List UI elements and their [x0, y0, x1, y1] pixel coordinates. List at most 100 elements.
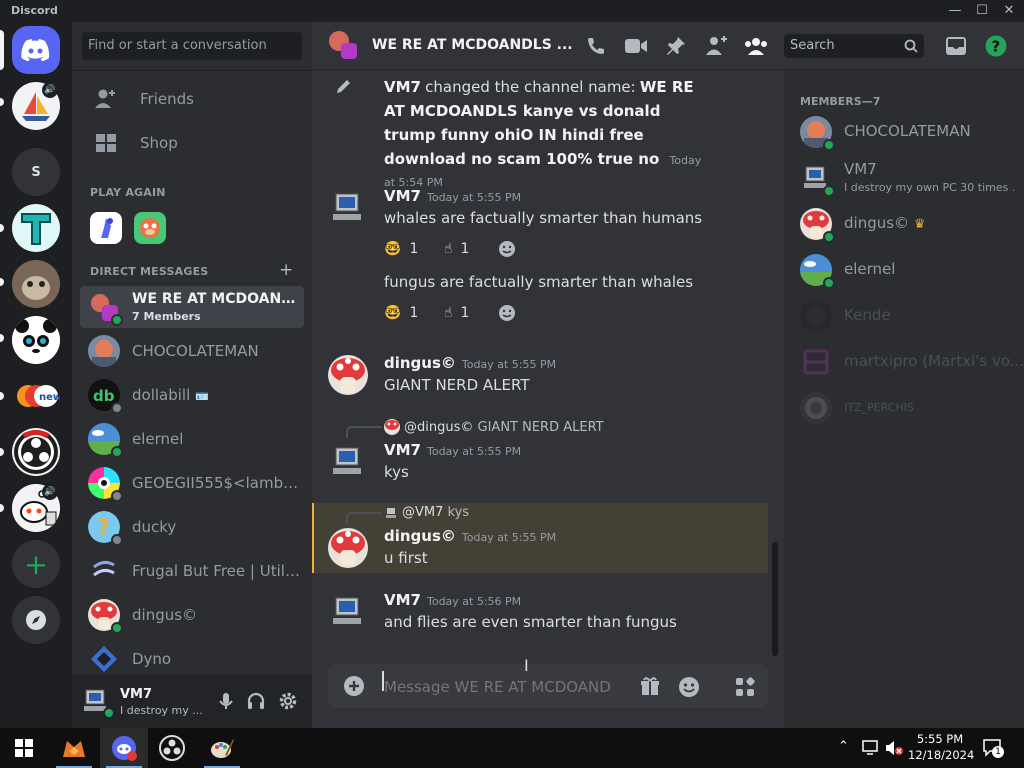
- gift-icon[interactable]: [640, 676, 660, 696]
- taskbar-app-firefox[interactable]: [50, 728, 98, 768]
- game-tile-1[interactable]: [90, 212, 122, 244]
- channel-search-input[interactable]: Search: [784, 34, 924, 58]
- minimize-button[interactable]: —: [942, 0, 968, 22]
- inbox-icon[interactable]: [944, 34, 968, 58]
- status-offline-indicator: [111, 402, 123, 414]
- scrollbar-thumb[interactable]: [772, 542, 778, 656]
- create-dm-button[interactable]: +: [279, 260, 293, 280]
- author-avatar[interactable]: [328, 188, 368, 228]
- dm-item[interactable]: elernel: [80, 418, 304, 460]
- server-s[interactable]: S: [12, 148, 60, 196]
- taskbar-app-paint[interactable]: [198, 728, 246, 768]
- nav-shop[interactable]: Shop: [80, 123, 304, 163]
- user-name: VM7: [120, 687, 153, 702]
- network-icon[interactable]: [862, 740, 880, 756]
- apps-icon[interactable]: [734, 676, 756, 698]
- emoji-picker-icon[interactable]: [678, 676, 700, 698]
- dm-item[interactable]: Dyno: [80, 638, 304, 680]
- message-author[interactable]: VM7: [384, 591, 421, 609]
- game-figure-icon: [101, 218, 113, 238]
- message-author[interactable]: VM7: [384, 441, 421, 459]
- video-call-icon[interactable]: [624, 34, 648, 58]
- dm-item[interactable]: Frugal But Free | Utilit...: [80, 550, 304, 592]
- volume-muted-icon[interactable]: [884, 740, 904, 756]
- dm-item[interactable]: CHOCOLATEMAN: [80, 330, 304, 372]
- member-item[interactable]: VM7 I destroy my own PC 30 times ...: [792, 156, 1016, 200]
- author-avatar[interactable]: [328, 355, 368, 395]
- panda-icon: [12, 316, 60, 364]
- dm-item[interactable]: dingus©: [80, 594, 304, 636]
- reply-author: @dingus©: [404, 419, 474, 435]
- reaction-point-up[interactable]: ☝ 1: [444, 300, 469, 326]
- microphone-icon[interactable]: [216, 691, 236, 711]
- reaction-count: 1: [409, 305, 419, 321]
- find-conversation-input[interactable]: Find or start a conversation: [82, 32, 302, 60]
- reply-reference[interactable]: @dingus© GIANT NERD ALERT: [384, 419, 604, 435]
- member-list: MEMBERS—7 CHOCOLATEMAN VM7 I destroy my …: [784, 70, 1024, 728]
- author-avatar[interactable]: [328, 528, 368, 568]
- member-item-offline[interactable]: ITZ_PERCHIS: [792, 386, 1016, 430]
- message-timestamp: Today at 5:55 PM: [461, 358, 557, 371]
- upload-plus-icon[interactable]: [344, 676, 364, 696]
- system-message: VM7 changed the channel name: WE RE AT M…: [384, 76, 714, 194]
- nav-friends[interactable]: Friends: [80, 79, 304, 119]
- explore-button[interactable]: [12, 596, 60, 644]
- member-item[interactable]: dingus© ♛: [792, 202, 1016, 246]
- game-monkey-icon: [140, 218, 160, 238]
- dm-item[interactable]: ? ducky: [80, 506, 304, 548]
- point-up-icon: ☝: [444, 305, 453, 321]
- author-avatar[interactable]: [328, 592, 368, 632]
- pinned-messages-icon[interactable]: [664, 34, 688, 58]
- headphones-icon[interactable]: [246, 691, 266, 711]
- dm-item[interactable]: db dollabill 🪪: [80, 374, 304, 416]
- member-item-offline[interactable]: Kende: [792, 294, 1016, 338]
- voice-call-icon[interactable]: [584, 34, 608, 58]
- server-obs[interactable]: [12, 428, 60, 476]
- channel-title[interactable]: WE RE AT MCDOANDLS ...: [372, 37, 573, 53]
- add-friends-to-dm-icon[interactable]: [704, 34, 728, 58]
- reply-reference[interactable]: @VM7 kys: [384, 505, 469, 520]
- speaker-icon: 🔊: [42, 484, 58, 500]
- notification-center-icon[interactable]: 1: [982, 738, 1004, 758]
- member-status-text: I destroy my own PC 30 times ...: [844, 181, 1014, 194]
- add-server-button[interactable]: +: [12, 540, 60, 588]
- server-t[interactable]: [12, 204, 60, 252]
- game-tile-2[interactable]: [134, 212, 166, 244]
- server-panda[interactable]: [12, 316, 60, 364]
- dm-item[interactable]: GEOEGII555$<lambd...: [80, 462, 304, 504]
- taskbar-app-discord[interactable]: [100, 728, 148, 768]
- message-header: dingus© Today at 5:55 PM: [384, 354, 556, 372]
- author-avatar[interactable]: [328, 442, 368, 482]
- message-author[interactable]: dingus©: [384, 354, 456, 372]
- dm-item-group[interactable]: WE RE AT MCDOAND... 7 Members: [80, 286, 304, 328]
- tray-chevron-up-icon[interactable]: ⌃: [838, 739, 849, 754]
- settings-gear-icon[interactable]: [278, 691, 298, 711]
- help-icon[interactable]: ?: [984, 34, 1008, 58]
- member-list-icon[interactable]: [744, 34, 768, 58]
- reaction-point-up[interactable]: ☝ 1: [444, 236, 469, 262]
- unread-indicator: [0, 448, 4, 456]
- system-clock[interactable]: 5:55 PM 12/18/2024: [908, 731, 974, 763]
- unread-indicator: [0, 224, 4, 232]
- message-author[interactable]: VM7: [384, 187, 421, 205]
- server-cat[interactable]: [12, 260, 60, 308]
- message-text: whales are factually smarter than humans: [384, 209, 703, 227]
- message-input[interactable]: [384, 676, 610, 698]
- message-author[interactable]: dingus©: [384, 527, 456, 545]
- add-reaction-icon[interactable]: [498, 304, 516, 322]
- reaction-nerd[interactable]: 🤓 1: [384, 300, 418, 326]
- member-item[interactable]: elernel: [792, 248, 1016, 292]
- taskbar-app-obs[interactable]: [148, 728, 196, 768]
- maximize-button[interactable]: ☐: [969, 0, 995, 22]
- reaction-nerd[interactable]: 🤓 1: [384, 236, 418, 262]
- member-item-offline[interactable]: martxipro (Martxi's vo...: [792, 340, 1024, 384]
- server-newegg[interactable]: newe: [12, 372, 60, 420]
- member-item[interactable]: CHOCOLATEMAN: [792, 110, 1016, 154]
- discord-logo-icon: [21, 39, 50, 61]
- add-reaction-icon[interactable]: [498, 240, 516, 258]
- taskbar: ⌃ 5:55 PM 12/18/2024 1: [0, 728, 1024, 768]
- close-button[interactable]: ✕: [996, 0, 1022, 22]
- home-button[interactable]: [12, 26, 60, 74]
- divider: [72, 70, 312, 71]
- start-button[interactable]: [0, 728, 48, 768]
